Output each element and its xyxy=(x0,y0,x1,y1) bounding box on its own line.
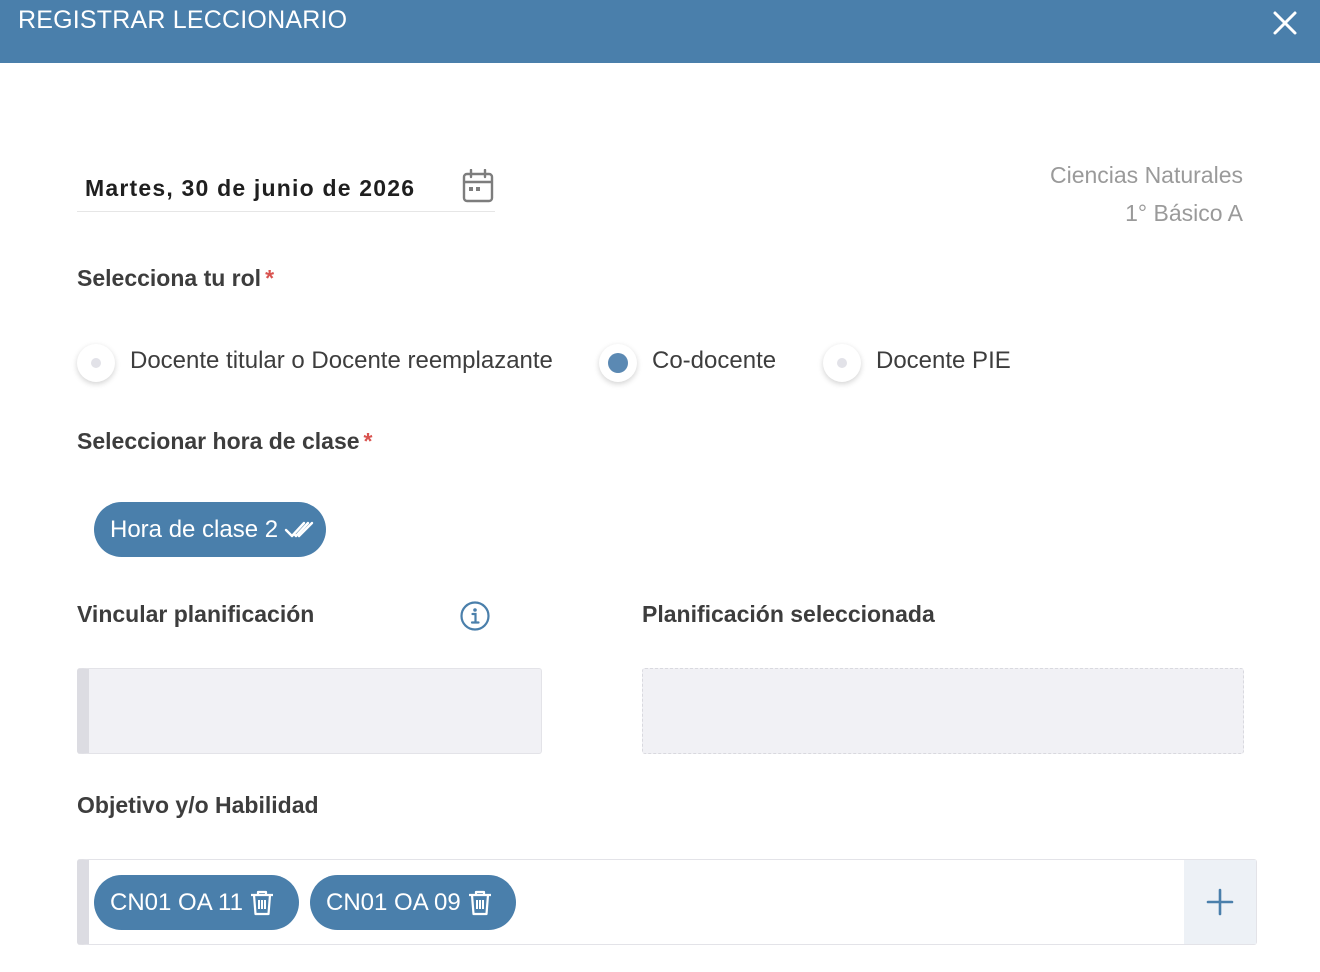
double-check-icon xyxy=(284,521,314,537)
close-icon xyxy=(1273,11,1297,35)
role-option-label: Docente PIE xyxy=(876,347,1011,374)
modal-title: REGISTRAR LECCIONARIO xyxy=(18,6,348,34)
course-info: Ciencias Naturales 1° Básico A xyxy=(1050,156,1243,232)
radio-button[interactable] xyxy=(823,344,861,382)
required-mark: * xyxy=(363,428,373,454)
trash-icon[interactable] xyxy=(467,889,493,917)
selected-planning-field xyxy=(642,668,1244,754)
objective-chip-label: CN01 OA 11 xyxy=(110,888,243,916)
class-hour-chip-label: Hora de clase 2 xyxy=(110,515,279,543)
objective-chip-label: CN01 OA 09 xyxy=(326,888,461,916)
calendar-icon[interactable] xyxy=(462,169,494,203)
date-value: Martes, 30 de junio de 2026 xyxy=(85,175,416,201)
role-label: Selecciona tu rol * xyxy=(77,265,274,292)
role-label-text: Selecciona tu rol xyxy=(77,265,262,291)
radio-button-selected[interactable] xyxy=(599,344,637,382)
class-hour-chip[interactable]: Hora de clase 2 xyxy=(94,502,326,557)
role-option-label: Co-docente xyxy=(652,347,777,374)
objectives-label: Objetivo y/o Habilidad xyxy=(77,792,319,818)
class-hour-label-text: Seleccionar hora de clase xyxy=(77,428,360,454)
role-option-label: Docente titular o Docente reemplazante xyxy=(130,347,553,374)
trash-icon[interactable] xyxy=(249,889,275,917)
close-button[interactable] xyxy=(1268,6,1302,40)
objective-chip[interactable]: CN01 OA 09 xyxy=(310,875,516,930)
date-picker[interactable]: Martes, 30 de junio de 2026 xyxy=(77,160,495,212)
radio-button[interactable] xyxy=(77,344,115,382)
add-objective-button[interactable] xyxy=(1184,860,1256,944)
course-subject: Ciencias Naturales xyxy=(1049,162,1243,188)
objectives-field: CN01 OA 11 CN01 OA 09 xyxy=(77,859,1257,945)
link-planning-field[interactable] xyxy=(77,668,542,754)
selected-planning-label: Planificación seleccionada xyxy=(642,601,935,627)
plus-icon xyxy=(1206,888,1234,916)
class-hour-label: Seleccionar hora de clase * xyxy=(77,428,373,455)
modal-header: REGISTRAR LECCIONARIO xyxy=(0,0,1320,63)
required-mark: * xyxy=(265,265,275,291)
link-planning-label: Vincular planificación xyxy=(77,601,315,627)
objective-chip[interactable]: CN01 OA 11 xyxy=(94,875,299,930)
info-icon[interactable] xyxy=(459,600,491,632)
course-grade: 1° Básico A xyxy=(1125,200,1243,226)
